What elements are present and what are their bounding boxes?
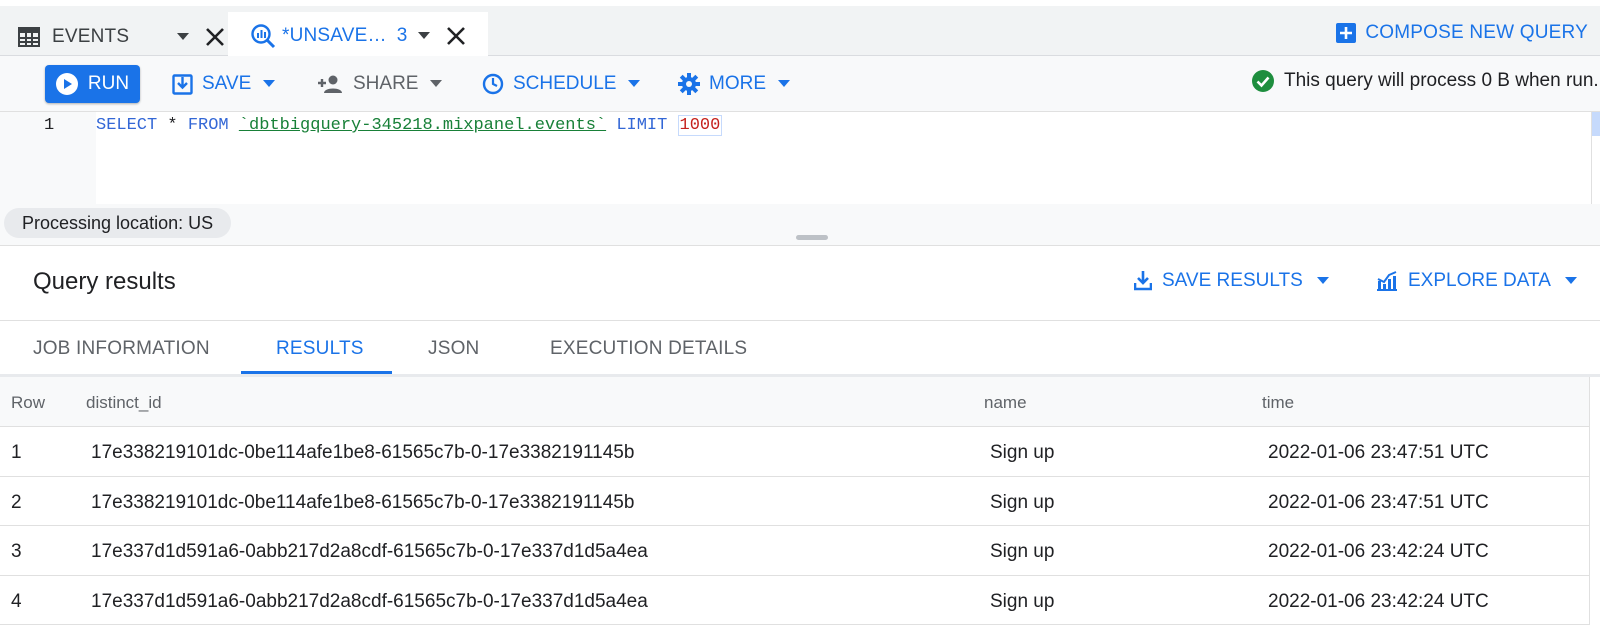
cell-distinct-id: 17e337d1d591a6-0abb217d2a8cdf-61565c7b-0… — [91, 541, 648, 562]
cell-row: 1 — [11, 442, 22, 463]
compose-new-query-button[interactable]: COMPOSE NEW QUERY — [1336, 22, 1588, 44]
save-results-label: SAVE RESULTS — [1162, 270, 1303, 291]
column-header-distinct-id: distinct_id — [86, 393, 162, 412]
tab-events[interactable]: EVENTS — [0, 12, 228, 62]
download-icon — [1134, 271, 1152, 291]
query-icon — [251, 23, 276, 48]
line-number: 1 — [44, 116, 55, 135]
cell-time: 2022-01-06 23:42:24 UTC — [1268, 541, 1489, 562]
cell-time: 2022-01-06 23:47:51 UTC — [1268, 442, 1489, 463]
explore-data-button[interactable]: EXPLORE DATA — [1376, 270, 1577, 292]
editor-gutter: 1 — [0, 112, 96, 204]
processing-location-chip[interactable]: Processing location: US — [4, 208, 232, 238]
query-tab-bar: EVENTS *UNSAVE… 3 COMPOSE NEW QUERY — [0, 0, 1600, 62]
cell-name: Sign up — [990, 590, 1055, 612]
cell-distinct-id: 17e338219101dc-0be114afe1be8-61565c7b-0-… — [91, 442, 635, 463]
table-row[interactable]: 4 17e337d1d591a6-0abb217d2a8cdf-61565c7b… — [0, 576, 1589, 625]
column-header-name: name — [984, 393, 1027, 412]
results-table: Row distinct_id name time 1 17e338219101… — [0, 377, 1590, 625]
tab-events-label: EVENTS — [52, 26, 130, 47]
gear-icon — [678, 73, 700, 95]
more-button[interactable]: MORE — [678, 68, 790, 100]
share-label: SHARE — [353, 73, 419, 94]
table-row[interactable]: 2 17e338219101dc-0be114afe1be8-61565c7b-… — [0, 477, 1589, 526]
sql-editor[interactable]: 1 SELECT * FROM `dbtbigquery-345218.mixp… — [0, 112, 1600, 204]
play-circle-icon — [55, 73, 78, 95]
tab-execution-details[interactable]: EXECUTION DETAILS — [550, 338, 747, 360]
check-circle-icon — [1252, 70, 1274, 92]
tab-unsaved-label: *UNSAVE… — [282, 24, 387, 46]
person-add-icon — [318, 75, 342, 93]
save-label: SAVE — [202, 73, 252, 94]
cell-distinct-id: 17e338219101dc-0be114afe1be8-61565c7b-0-… — [91, 491, 635, 513]
run-label: RUN — [87, 73, 130, 94]
tab-job-information[interactable]: JOB INFORMATION — [33, 338, 210, 360]
more-label: MORE — [709, 73, 766, 94]
tab-unsaved-query[interactable]: *UNSAVE… 3 — [228, 12, 488, 62]
active-tab-indicator — [241, 371, 392, 374]
add-box-icon — [1336, 23, 1357, 43]
status-text: This query will process 0 B when run. — [1284, 70, 1599, 91]
cell-time: 2022-01-06 23:42:24 UTC — [1268, 590, 1489, 612]
cell-name: Sign up — [990, 442, 1055, 463]
table-icon — [18, 27, 40, 47]
schedule-button[interactable]: SCHEDULE — [482, 68, 641, 100]
chevron-down-icon — [778, 80, 790, 87]
chart-icon — [1377, 271, 1397, 291]
chevron-down-icon — [430, 80, 443, 87]
select-star: * — [157, 116, 188, 135]
chevron-down-icon — [1316, 277, 1329, 284]
chevron-down-icon[interactable] — [177, 33, 190, 41]
keyword-from: FROM — [187, 116, 229, 135]
column-header-row: Row — [11, 393, 46, 412]
chevron-down-icon — [1564, 277, 1577, 284]
query-results-title: Query results — [33, 268, 176, 295]
cell-time: 2022-01-06 23:47:51 UTC — [1268, 491, 1489, 513]
query-toolbar: RUN SAVE SHARE SCHEDULE MORE This query … — [0, 56, 1600, 112]
explore-data-label: EXPLORE DATA — [1408, 270, 1551, 291]
keyword-select: SELECT — [96, 116, 158, 135]
cell-row: 2 — [11, 491, 22, 513]
table-row[interactable]: 3 17e337d1d591a6-0abb217d2a8cdf-61565c7b… — [0, 526, 1589, 576]
tab-results[interactable]: RESULTS — [276, 338, 364, 360]
processing-bar: Processing location: US — [0, 204, 1600, 246]
tab-count-badge: 3 — [396, 24, 408, 46]
cell-row: 4 — [11, 590, 22, 612]
limit-value: 1000 — [677, 115, 723, 136]
chevron-down-icon — [263, 80, 276, 87]
close-icon[interactable] — [446, 26, 466, 46]
close-icon[interactable] — [205, 27, 225, 47]
save-results-button[interactable]: SAVE RESULTS — [1134, 270, 1329, 292]
resize-handle[interactable] — [796, 235, 828, 240]
schedule-label: SCHEDULE — [513, 73, 617, 94]
table-header: Row distinct_id name time — [0, 377, 1589, 427]
table-reference[interactable]: `dbtbigquery-345218.mixpanel.events` — [239, 116, 606, 135]
code-line[interactable]: SELECT * FROM `dbtbigquery-345218.mixpan… — [96, 115, 723, 136]
chevron-down-icon[interactable] — [417, 31, 430, 40]
cell-name: Sign up — [990, 491, 1055, 513]
save-icon — [172, 73, 193, 95]
cell-name: Sign up — [990, 541, 1055, 562]
compose-label: COMPOSE NEW QUERY — [1365, 22, 1588, 43]
cell-row: 3 — [11, 541, 22, 562]
cell-distinct-id: 17e337d1d591a6-0abb217d2a8cdf-61565c7b-0… — [91, 590, 648, 612]
save-button[interactable]: SAVE — [172, 68, 276, 100]
query-validation-status: This query will process 0 B when run. — [1252, 70, 1599, 92]
results-header-divider — [0, 320, 1600, 321]
run-button[interactable]: RUN — [45, 65, 140, 103]
table-row[interactable]: 1 17e338219101dc-0be114afe1be8-61565c7b-… — [0, 427, 1589, 477]
keyword-limit: LIMIT — [616, 116, 668, 135]
editor-scrollbar[interactable] — [1592, 112, 1600, 136]
tab-json[interactable]: JSON — [428, 338, 479, 360]
column-header-time: time — [1262, 393, 1295, 412]
share-button[interactable]: SHARE — [318, 68, 443, 100]
chevron-down-icon — [628, 80, 641, 87]
clock-icon — [482, 73, 504, 95]
processing-location-label: Processing location: US — [22, 212, 214, 233]
